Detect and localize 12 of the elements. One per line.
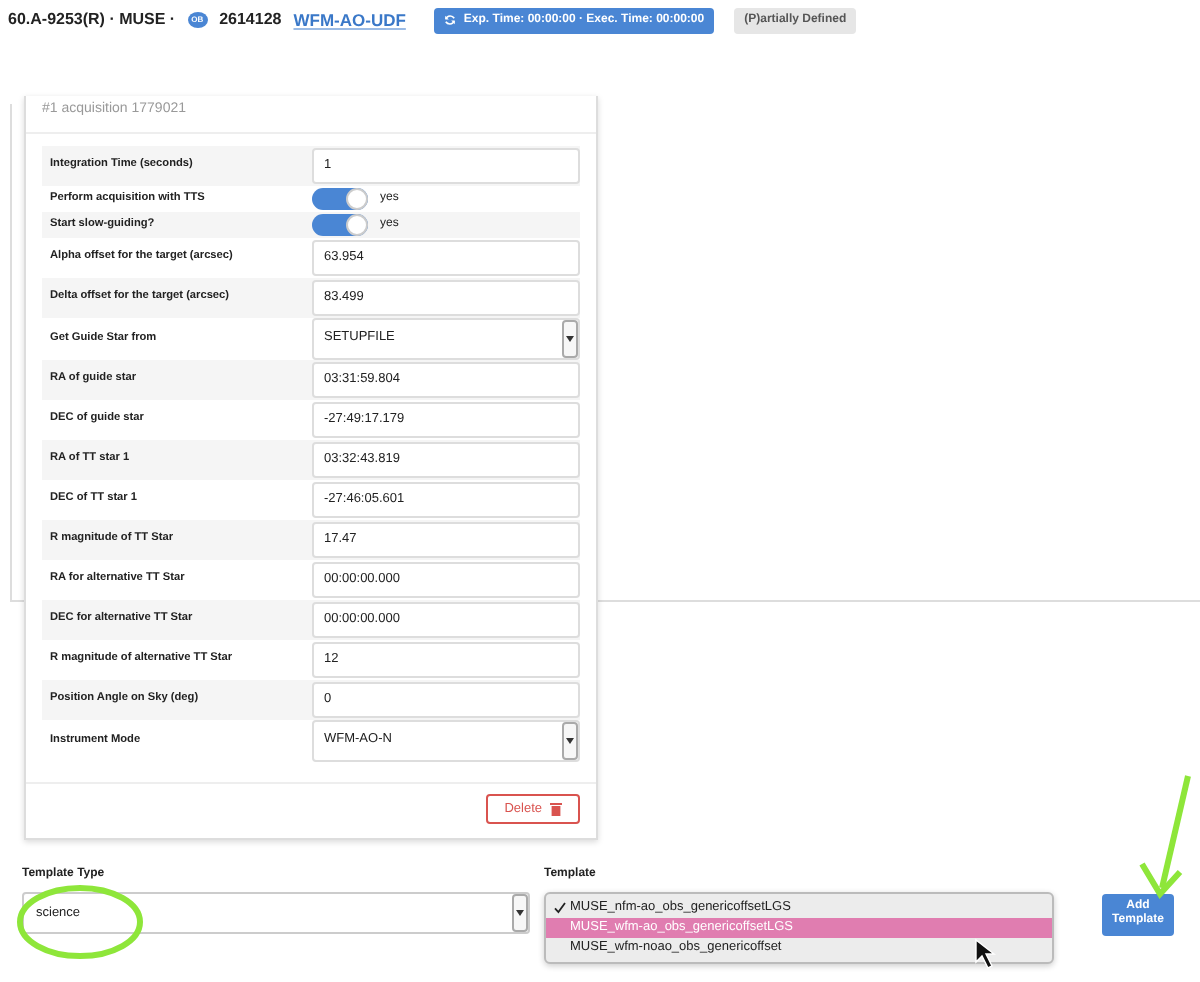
highlight-circle [17, 885, 143, 959]
trash-icon [550, 801, 562, 816]
toggle-switch[interactable] [312, 187, 368, 209]
proposal-title: 60.A-9253(R) · MUSE · [8, 8, 176, 32]
ob-id: 2614128 [219, 8, 282, 32]
caret-icon [512, 894, 528, 933]
toggle-switch[interactable] [312, 213, 368, 235]
ob-name-link[interactable]: WFM-AO-UDF [293, 7, 406, 33]
pointer-arrow [1139, 775, 1191, 899]
check-icon [554, 901, 566, 914]
refresh-icon [443, 14, 456, 26]
mouse-cursor-icon [975, 938, 997, 969]
